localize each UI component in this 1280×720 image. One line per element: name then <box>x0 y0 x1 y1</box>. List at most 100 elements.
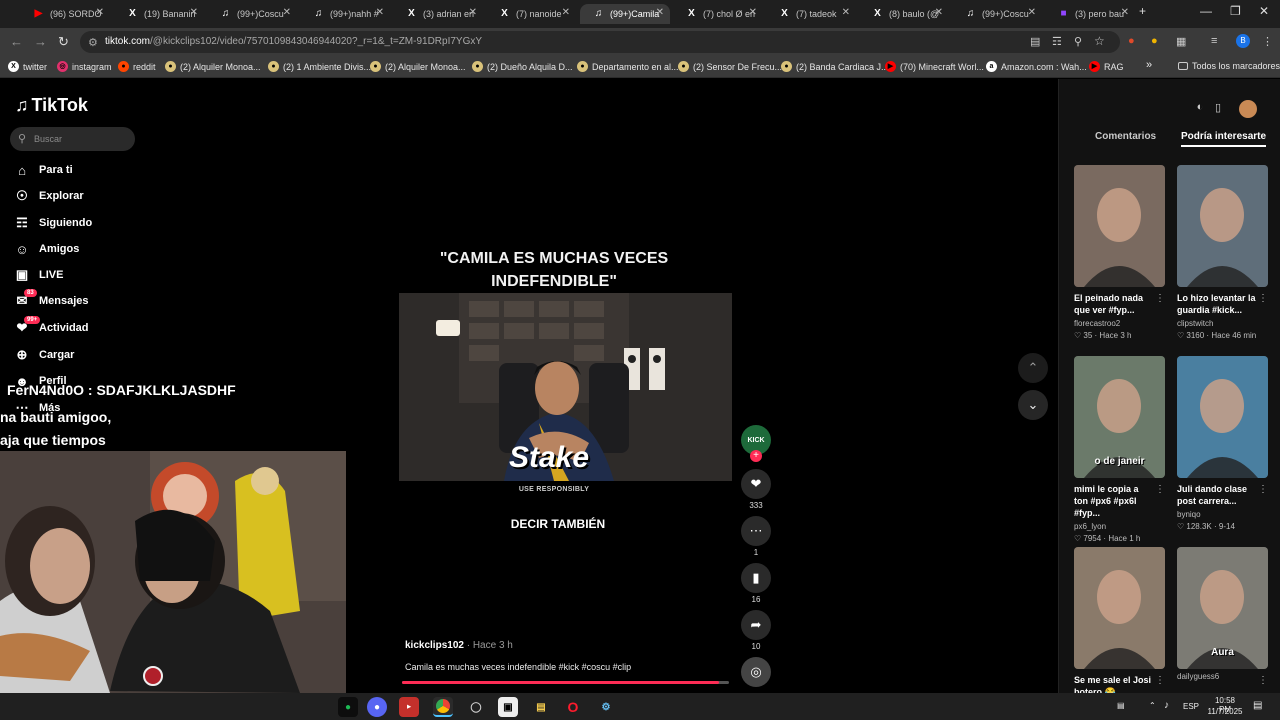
bookmark-item[interactable]: ● (2) Sensor De Frecu... <box>678 61 782 72</box>
new-tab-button[interactable]: + <box>1139 4 1146 18</box>
recommended-video-card[interactable]: Juli dando clase post carrera... ⋮ byniqo ♡… <box>1177 356 1268 531</box>
sidebar-item-messages[interactable]: ✉ 83 Mensajes <box>14 289 89 311</box>
translate-icon[interactable]: ☶ <box>1052 35 1062 48</box>
input-language[interactable]: ESP <box>1183 702 1199 711</box>
more-options-icon[interactable]: ⋮ <box>1258 484 1268 495</box>
bookmark-item[interactable]: ● Departamento en al... <box>577 61 679 72</box>
more-options-icon[interactable]: ⋮ <box>1155 293 1165 304</box>
close-tab-icon[interactable]: ✕ <box>283 7 291 18</box>
bookmark-item[interactable]: ● (2) Alquiler Monoa... <box>165 61 261 72</box>
video-thumbnail[interactable] <box>1177 165 1268 287</box>
sidebar-item-friends[interactable]: ☺ Amigos <box>14 239 79 259</box>
follow-plus-icon[interactable]: + <box>750 450 762 462</box>
extension-red-icon[interactable]: ● <box>1128 35 1135 47</box>
bookmark-item[interactable]: ▶ (70) Minecraft Worl... <box>885 61 984 72</box>
steam-icon[interactable]: ⚙ <box>596 697 616 717</box>
chrome-icon[interactable] <box>433 697 453 717</box>
video-thumbnail[interactable] <box>1074 165 1165 287</box>
comment-icon[interactable]: ⋯ <box>741 516 771 546</box>
card-title[interactable]: Lo hizo levantar la guardia #kick... <box>1177 292 1257 316</box>
video-progress-bar[interactable] <box>402 681 729 684</box>
tray-date[interactable]: 11/7/2025 <box>1206 707 1244 716</box>
browser-tab[interactable]: ♫ (99+)Coscu ✕ <box>207 4 297 24</box>
bookmark-item[interactable]: Xtwitter <box>8 61 47 72</box>
card-username[interactable]: dailyguess6 <box>1177 672 1268 681</box>
browser-tab[interactable]: X (8) baulo (@ ✕ <box>859 4 949 24</box>
bookmark-item[interactable]: ◎ instagram <box>57 61 112 72</box>
obs-icon[interactable]: ◯ <box>466 697 486 717</box>
show-hidden-icons[interactable]: ⌃ <box>1149 701 1156 710</box>
browser-tab[interactable]: ♫ (99+)nahh # ✕ <box>300 4 390 24</box>
browser-tab[interactable]: X (19) Bananin ✕ <box>114 4 204 24</box>
browser-tab[interactable]: X (3) adrian en ✕ <box>393 4 483 24</box>
youtube-app-icon[interactable]: ▶ <box>399 697 419 717</box>
browser-tab[interactable]: ▶ (96) SORDO ✕ <box>20 4 110 24</box>
zoom-icon[interactable]: ⚲ <box>1074 35 1082 48</box>
url-text[interactable]: tiktok.com/@kickclips102/video/757010984… <box>105 36 482 47</box>
coin-icon[interactable]: ◐ <box>1191 101 1209 119</box>
bookmark-star-icon[interactable]: ☆ <box>1094 34 1105 48</box>
more-options-icon[interactable]: ⋮ <box>1155 484 1165 495</box>
address-bar[interactable]: ⚙ tiktok.com/@kickclips102/video/7570109… <box>80 31 1120 53</box>
close-tab-icon[interactable]: ✕ <box>376 7 384 18</box>
browser-tab[interactable]: X (7) chol Ø en ✕ <box>673 4 763 24</box>
device-icon[interactable]: ▯ <box>1209 101 1227 119</box>
card-username[interactable]: px6_lyon <box>1074 522 1165 531</box>
card-title[interactable]: El peinado nada que ver #fyp... <box>1074 292 1154 316</box>
all-bookmarks-folder[interactable]: Todos los marcadores <box>1178 61 1280 71</box>
browser-tab[interactable]: X (7) nanoide ✕ <box>486 4 576 24</box>
install-app-icon[interactable]: ▤ <box>1030 35 1040 48</box>
sidebar-item-home[interactable]: ⌂ Para ti <box>14 160 73 180</box>
bookmarks-overflow-icon[interactable]: » <box>1146 59 1152 71</box>
capcut-icon[interactable]: ▣ <box>498 697 518 717</box>
comment-action[interactable]: ⋯ 1 <box>741 516 771 557</box>
video-thumbnail[interactable] <box>1177 356 1268 478</box>
recommended-video-card[interactable]: El peinado nada que ver #fyp... ⋮ florecas… <box>1074 165 1165 340</box>
close-window-button[interactable]: ✕ <box>1259 4 1269 18</box>
browser-tab[interactable]: ■ (3) pero bau ✕ <box>1045 4 1135 24</box>
recommended-video-card[interactable]: o de janeir mimi le copia a ton #px6 #px6… <box>1074 356 1165 543</box>
browser-tab[interactable]: ♫ (99+)Camila ✕ <box>580 4 670 24</box>
card-username[interactable]: clipstwitch <box>1177 319 1268 328</box>
card-title[interactable]: mimi le copia a ton #px6 #px6l #fyp... <box>1074 483 1154 519</box>
forward-icon[interactable]: → <box>34 34 47 49</box>
close-tab-icon[interactable]: ✕ <box>469 7 477 18</box>
recommended-video-card[interactable]: Se me sale el Josi botero 😂 ⋮ <box>1074 547 1165 698</box>
extension-multicolor-icon[interactable]: ● <box>1151 35 1158 47</box>
bookmark-item[interactable]: a Amazon.com : Wah... <box>986 61 1087 72</box>
sidebar-item-activity[interactable]: ❤ 99+ Actividad <box>14 316 89 338</box>
search-input[interactable]: ⚲ Buscar <box>10 127 135 151</box>
creator-avatar[interactable]: KICK + <box>741 425 771 462</box>
more-options-icon[interactable]: ⋮ <box>1258 293 1268 304</box>
bookmark-item[interactable]: ● (2) Banda Cardiaca J... <box>781 61 889 72</box>
bookmark-item[interactable]: ● reddit <box>118 61 156 72</box>
extensions-puzzle-icon[interactable]: ▦ <box>1176 35 1186 48</box>
back-icon[interactable]: ← <box>10 34 23 49</box>
browser-tab[interactable]: ♫ (99+)Coscu ✕ <box>952 4 1042 24</box>
tab-comments[interactable]: Comentarios <box>1095 131 1156 142</box>
video-thumbnail[interactable]: Aura <box>1177 547 1268 669</box>
video-thumbnail[interactable]: o de janeir <box>1074 356 1165 478</box>
profile-avatar-icon[interactable]: B <box>1236 34 1250 48</box>
sound-disc[interactable]: ◎ <box>741 657 771 687</box>
video-author[interactable]: kickclips102 · Hace 3 h <box>405 640 513 651</box>
volume-icon[interactable]: ♪ <box>1164 700 1169 711</box>
reload-icon[interactable]: ↻ <box>58 34 69 50</box>
tiktok-logo[interactable]: ♫ TikTok <box>15 95 88 116</box>
previous-video-icon[interactable]: ⌃ <box>1018 353 1048 383</box>
close-tab-icon[interactable]: ✕ <box>656 7 664 18</box>
more-options-icon[interactable]: ⋮ <box>1155 675 1165 686</box>
next-video-icon[interactable]: ⌄ <box>1018 390 1048 420</box>
bookmark-item[interactable]: ● (2) Alquiler Monoa... <box>370 61 466 72</box>
video-player[interactable]: Stake <box>399 293 732 481</box>
opera-icon[interactable]: O <box>563 697 583 717</box>
card-title[interactable]: Juli dando clase post carrera... <box>1177 483 1257 507</box>
bookmark-item[interactable]: ▶ RAG <box>1089 61 1124 72</box>
bookmark-icon[interactable]: ▮ <box>741 563 771 593</box>
card-username[interactable]: florecastroo2 <box>1074 319 1165 328</box>
minimize-button[interactable]: — <box>1200 4 1212 18</box>
restore-button[interactable]: ❐ <box>1230 4 1241 18</box>
bookmark-item[interactable]: ● (2) 1 Ambiente Divis... <box>268 61 371 72</box>
share-icon[interactable]: ➦ <box>741 610 771 640</box>
browser-tab[interactable]: X (7) tadeok ✕ <box>766 4 856 24</box>
